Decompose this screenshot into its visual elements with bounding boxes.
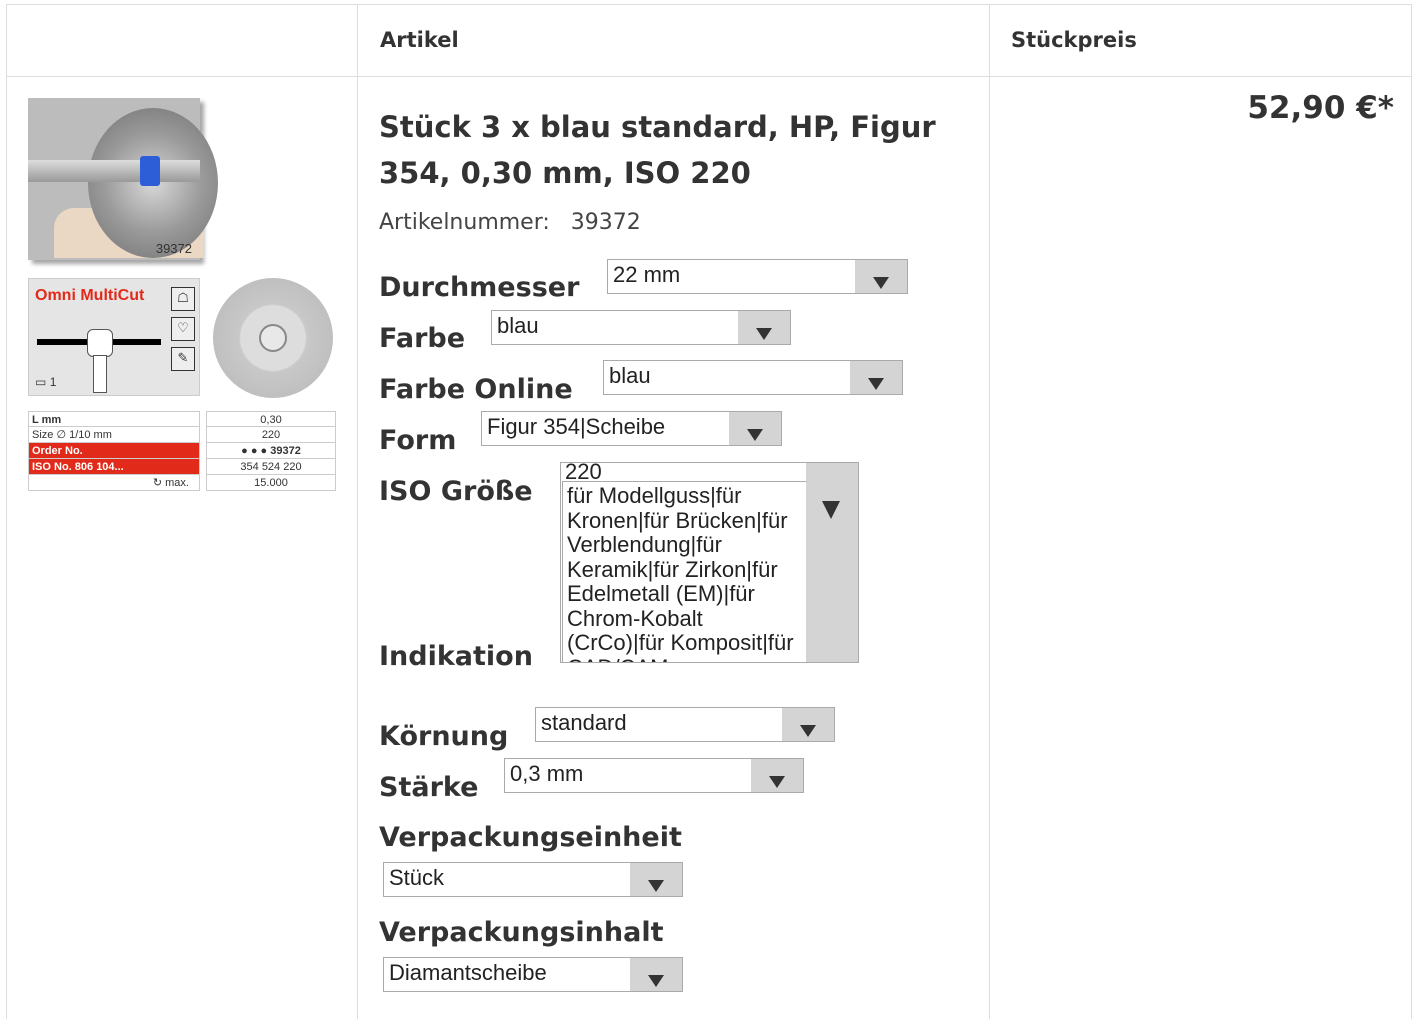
- card-title: Omni MultiCut: [35, 287, 145, 304]
- verpackungseinheit-select[interactable]: Stück: [383, 862, 683, 897]
- spec-value: 220: [206, 427, 336, 443]
- header-article: Artikel: [380, 28, 459, 52]
- header-price: Stückpreis: [1011, 28, 1137, 52]
- product-title: Stück 3 x blau standard, HP, Figur 354, …: [379, 110, 936, 190]
- farbe-label: Farbe: [379, 323, 466, 354]
- product-info-card[interactable]: Omni MultiCut ☖ ♡ ✎ ▭ 1: [28, 278, 200, 396]
- spec-label: ↻ max.: [28, 475, 200, 491]
- tooth-icon: ☖: [171, 287, 195, 311]
- verpackungseinheit-value: Stück: [389, 865, 445, 890]
- handpiece-icon: ✎: [171, 347, 195, 371]
- column-divider: [357, 4, 358, 1019]
- photo-color-ring: [140, 156, 160, 186]
- farbe-select[interactable]: blau: [491, 310, 791, 345]
- spec-value: 15.000: [206, 475, 336, 491]
- pack-count: ▭ 1: [35, 375, 56, 389]
- staerke-label: Stärke: [379, 772, 479, 803]
- column-divider: [989, 4, 990, 1019]
- iso-indikation-select[interactable]: 220 für Modellguss|für Kronen|für Brücke…: [560, 462, 859, 663]
- form-select[interactable]: Figur 354|Scheibe: [481, 411, 782, 446]
- pack-count-value: 1: [49, 375, 57, 389]
- spec-value: 0,30: [206, 411, 336, 427]
- spec-label: Size ∅ 1/10 mm: [28, 427, 200, 443]
- chevron-down-icon: [806, 463, 858, 662]
- verpackungseinheit-label: Verpackungseinheit: [379, 822, 682, 853]
- farbe-online-label: Farbe Online: [379, 374, 573, 405]
- spec-value: 354 524 220: [206, 459, 336, 475]
- chevron-down-icon: [782, 708, 834, 741]
- chevron-down-icon: [729, 412, 781, 445]
- iso-label: ISO Größe: [379, 476, 533, 507]
- spec-table-values: 0,30 220 ● ● ● 39372 354 524 220 15.000: [206, 411, 336, 491]
- indikation-label: Indikation: [379, 641, 533, 672]
- koernung-select[interactable]: standard: [535, 707, 835, 742]
- spec-label: ISO No. 806 104...: [28, 459, 200, 475]
- article-number-row: Artikelnummer: 39372: [379, 210, 641, 235]
- article-number-value: 39372: [570, 210, 641, 235]
- chevron-down-icon: [850, 361, 902, 394]
- staerke-value: 0,3 mm: [510, 761, 584, 786]
- verpackungsinhalt-select[interactable]: Diamantscheibe: [383, 957, 683, 992]
- farbe-online-select[interactable]: blau: [603, 360, 903, 395]
- chevron-down-icon: [751, 759, 803, 792]
- pack-icon: ▭: [35, 375, 47, 389]
- farbe-value: blau: [497, 313, 539, 338]
- spec-table-labels: L mm Size ∅ 1/10 mm Order No. ISO No. 80…: [28, 411, 200, 491]
- koernung-label: Körnung: [379, 721, 509, 752]
- photo-number: 39372: [155, 241, 192, 256]
- disc-hole: [259, 324, 287, 352]
- staerke-select[interactable]: 0,3 mm: [504, 758, 804, 793]
- chevron-down-icon: [855, 260, 907, 293]
- form-value: Figur 354|Scheibe: [487, 414, 666, 439]
- model-icon: ♡: [171, 317, 195, 341]
- farbe-online-value: blau: [609, 363, 651, 388]
- durchmesser-label: Durchmesser: [379, 272, 580, 303]
- photo-shaft: [28, 160, 200, 182]
- disc-image[interactable]: [213, 278, 333, 398]
- indikation-dropdown-list[interactable]: für Modellguss|für Kronen|für Brücken|fü…: [562, 481, 808, 662]
- durchmesser-select[interactable]: 22 mm: [607, 259, 908, 294]
- spec-label: Order No.: [28, 443, 200, 459]
- durchmesser-value: 22 mm: [613, 262, 681, 287]
- chevron-down-icon: [630, 958, 682, 991]
- chevron-down-icon: [738, 311, 790, 344]
- verpackungsinhalt-label: Verpackungsinhalt: [379, 917, 664, 948]
- card-shaft: [93, 355, 107, 393]
- form-label: Form: [379, 425, 457, 456]
- table-header-row: [6, 4, 1412, 77]
- article-number-label: Artikelnummer:: [379, 210, 550, 235]
- verpackungsinhalt-value: Diamantscheibe: [389, 960, 547, 985]
- koernung-value: standard: [541, 710, 627, 735]
- spec-value: ● ● ● 39372: [206, 443, 336, 459]
- spec-label: L mm: [28, 411, 200, 427]
- card-disc-head: [87, 329, 113, 357]
- unit-price: 52,90 €*: [1247, 90, 1394, 126]
- product-photo[interactable]: 39372: [28, 98, 218, 260]
- chevron-down-icon: [630, 863, 682, 896]
